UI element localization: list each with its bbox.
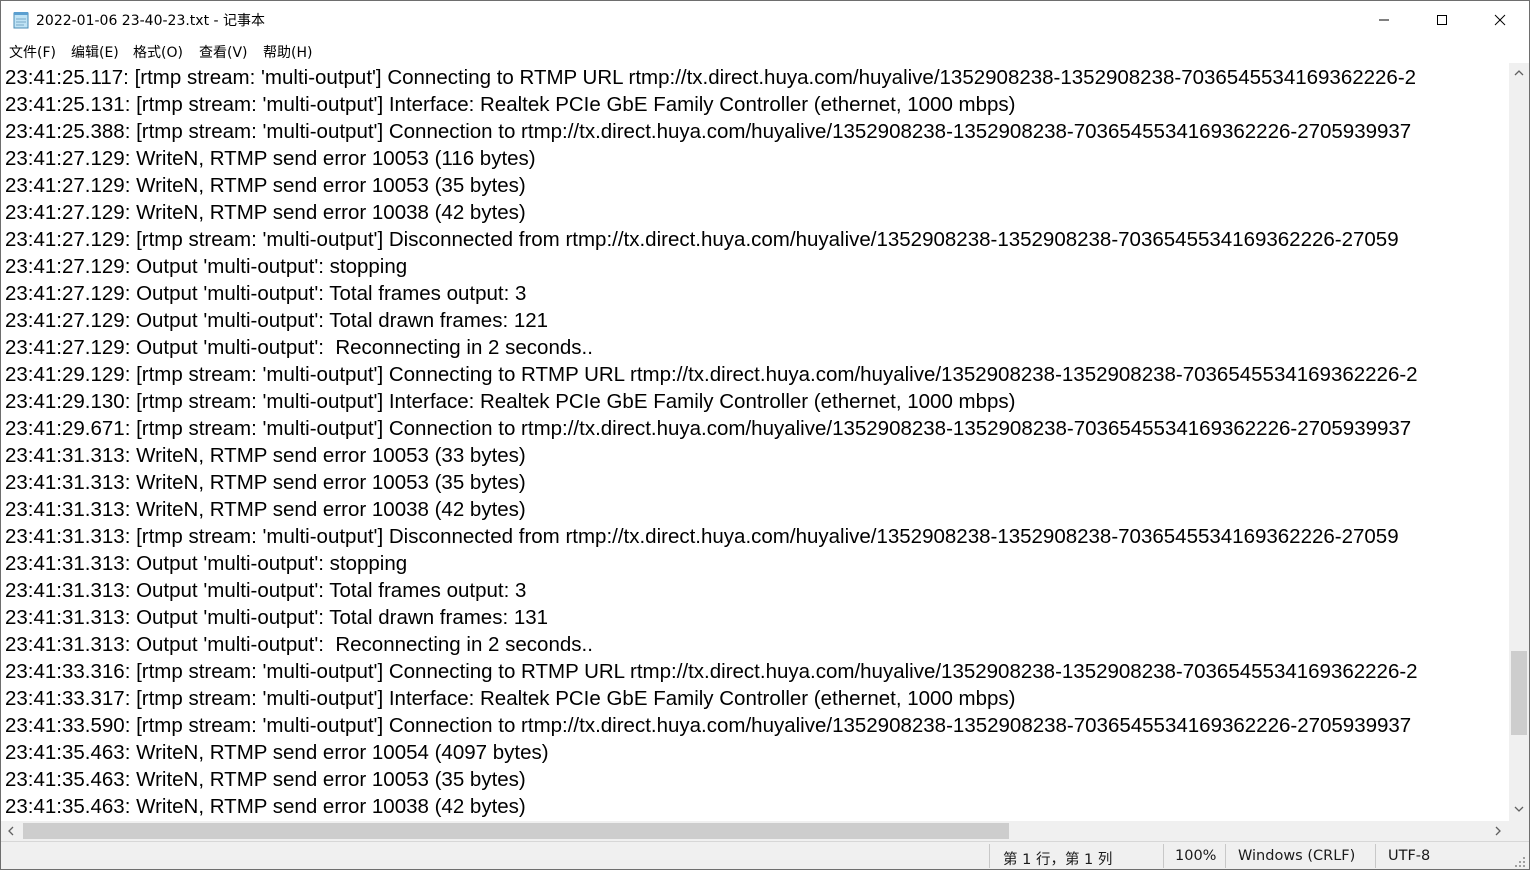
text-line: 23:41:31.313: Output 'multi-output': Rec…	[5, 633, 593, 656]
text-line: 23:41:29.671: [rtmp stream: 'multi-outpu…	[5, 417, 1412, 440]
text-line: 23:41:27.129: WriteN, RTMP send error 10…	[5, 147, 536, 170]
text-line: 23:41:25.117: [rtmp stream: 'multi-outpu…	[5, 66, 1417, 89]
horizontal-scrollbar[interactable]	[1, 821, 1509, 841]
menu-bar: 文件(F) 编辑(E) 格式(O) 查看(V) 帮助(H)	[1, 39, 1529, 63]
text-line: 23:41:33.590: [rtmp stream: 'multi-outpu…	[5, 714, 1412, 737]
horizontal-scroll-thumb[interactable]	[23, 823, 1009, 839]
text-line: 23:41:31.313: WriteN, RTMP send error 10…	[5, 498, 526, 521]
window-title: 2022-01-06 23-40-23.txt - 记事本	[36, 13, 266, 29]
scroll-left-button[interactable]	[3, 823, 19, 839]
maximize-button[interactable]	[1413, 1, 1471, 39]
chevron-right-icon	[1495, 826, 1501, 836]
text-line: 23:41:31.313: Output 'multi-output': Tot…	[5, 606, 549, 629]
text-line: 23:41:25.388: [rtmp stream: 'multi-outpu…	[5, 120, 1412, 143]
close-icon	[1494, 14, 1506, 26]
text-line: 23:41:35.463: WriteN, RTMP send error 10…	[5, 768, 526, 791]
text-line: 23:41:25.131: [rtmp stream: 'multi-outpu…	[5, 93, 1016, 116]
text-line: 23:41:27.129: Output 'multi-output': Tot…	[5, 309, 549, 332]
minimize-button[interactable]	[1355, 1, 1413, 39]
menu-help[interactable]: 帮助(H)	[263, 42, 312, 62]
menu-format[interactable]: 格式(O)	[133, 42, 183, 62]
text-line: 23:41:31.313: WriteN, RTMP send error 10…	[5, 471, 526, 494]
scrollbar-corner	[1509, 821, 1529, 841]
text-line: 23:41:35.463: WriteN, RTMP send error 10…	[5, 795, 526, 818]
text-line: 23:41:29.129: [rtmp stream: 'multi-outpu…	[5, 363, 1418, 386]
text-line: 23:41:35.463: WriteN, RTMP send error 10…	[5, 741, 549, 764]
status-bar: 第 1 行，第 1 列 100% Windows (CRLF) UTF-8	[1, 841, 1529, 869]
scroll-down-button[interactable]	[1511, 801, 1527, 817]
scroll-up-button[interactable]	[1511, 65, 1527, 81]
line-ending: Windows (CRLF)	[1238, 848, 1356, 864]
text-line: 23:41:31.313: Output 'multi-output': Tot…	[5, 579, 527, 602]
menu-file[interactable]: 文件(F)	[9, 42, 56, 62]
text-line: 23:41:27.129: WriteN, RTMP send error 10…	[5, 201, 526, 224]
menu-view[interactable]: 查看(V)	[199, 42, 248, 62]
menu-edit[interactable]: 编辑(E)	[71, 42, 119, 62]
status-divider	[989, 844, 990, 868]
resize-grip-icon[interactable]	[1513, 854, 1527, 868]
status-divider	[1225, 844, 1226, 868]
text-line: 23:41:27.129: Output 'multi-output': Rec…	[5, 336, 593, 359]
vertical-scrollbar[interactable]	[1509, 63, 1529, 821]
notepad-window: 2022-01-06 23-40-23.txt - 记事本 文件(F) 编辑(E…	[0, 0, 1530, 870]
text-line: 23:41:27.129: Output 'multi-output': Tot…	[5, 282, 527, 305]
chevron-down-icon	[1514, 806, 1524, 812]
text-editor[interactable]: 23:41:25.117: [rtmp stream: 'multi-outpu…	[1, 63, 1509, 821]
status-divider	[1163, 844, 1164, 868]
text-line: 23:41:31.313: WriteN, RTMP send error 10…	[5, 444, 526, 467]
zoom-level: 100%	[1175, 848, 1217, 864]
cursor-position: 第 1 行，第 1 列	[1003, 852, 1113, 868]
text-line: 23:41:29.130: [rtmp stream: 'multi-outpu…	[5, 390, 1016, 413]
scroll-right-button[interactable]	[1490, 823, 1506, 839]
notepad-icon	[13, 11, 29, 29]
maximize-icon	[1437, 15, 1447, 25]
minimize-icon	[1379, 19, 1389, 21]
text-line: 23:41:27.129: WriteN, RTMP send error 10…	[5, 174, 526, 197]
title-bar[interactable]: 2022-01-06 23-40-23.txt - 记事本	[1, 1, 1529, 39]
text-line: 23:41:33.317: [rtmp stream: 'multi-outpu…	[5, 687, 1016, 710]
text-line: 23:41:27.129: [rtmp stream: 'multi-outpu…	[5, 228, 1399, 251]
close-button[interactable]	[1471, 1, 1529, 39]
text-line: 23:41:27.129: Output 'multi-output': sto…	[5, 255, 408, 278]
vertical-scroll-thumb[interactable]	[1511, 651, 1527, 735]
encoding: UTF-8	[1388, 848, 1431, 864]
text-line: 23:41:33.316: [rtmp stream: 'multi-outpu…	[5, 660, 1418, 683]
status-divider	[1375, 844, 1376, 868]
chevron-up-icon	[1514, 70, 1524, 76]
text-line: 23:41:31.313: Output 'multi-output': sto…	[5, 552, 408, 575]
chevron-left-icon	[8, 826, 14, 836]
text-line: 23:41:31.313: [rtmp stream: 'multi-outpu…	[5, 525, 1399, 548]
